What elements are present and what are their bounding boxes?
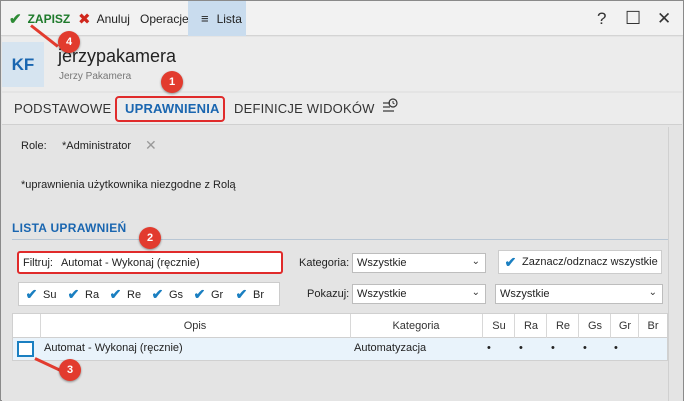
annotation-badge-1: 1	[161, 71, 183, 93]
show-select-value: Wszystkie	[357, 288, 407, 300]
flag-gs-checkbox[interactable]: ✔ Gs	[150, 286, 183, 302]
cell-gs: •	[583, 342, 587, 354]
chevron-down-icon: ⌄	[471, 256, 480, 267]
col-gr[interactable]: Gr	[611, 320, 639, 332]
avatar: KF	[2, 42, 44, 87]
cell-su: •	[487, 342, 491, 354]
checkmark-icon: ✔	[193, 286, 206, 302]
flag-su-checkbox[interactable]: ✔ Su	[24, 286, 57, 302]
annotation-badge-4: 4	[58, 31, 80, 53]
select-all-checkbox[interactable]: ✔ Zaznacz/odznacz wszystkie	[498, 250, 662, 274]
operations-menu[interactable]: Operacje	[140, 1, 189, 36]
col-su[interactable]: Su	[483, 320, 515, 332]
cancel-button[interactable]: ✖ Anuluj	[78, 1, 130, 36]
tab-bar: PODSTAWOWE UPRAWNIENIA DEFINICJE WIDOKÓW	[2, 93, 682, 125]
col-re[interactable]: Re	[547, 320, 579, 332]
tab-basic[interactable]: PODSTAWOWE	[14, 101, 111, 116]
flag-ra-checkbox[interactable]: ✔ Ra	[66, 286, 99, 302]
annotation-badge-2: 2	[139, 227, 161, 249]
cell-opis: Automat - Wykonaj (ręcznie)	[44, 342, 183, 354]
show-select[interactable]: Wszystkie ⌄	[352, 284, 486, 304]
tab-view-definitions[interactable]: DEFINICJE WIDOKÓW	[234, 101, 375, 116]
table-row[interactable]: Automat - Wykonaj (ręcznie) Automatyzacj…	[13, 338, 667, 360]
category-select-value: Wszystkie	[357, 257, 407, 269]
vertical-scrollbar[interactable]	[668, 127, 683, 401]
list-label: Lista	[216, 11, 242, 26]
annotation-badge-3: 3	[59, 359, 81, 381]
chevron-down-icon: ⌄	[471, 287, 480, 298]
close-window-icon[interactable]: ✕	[657, 1, 671, 36]
checkmark-icon: ✔	[25, 286, 38, 302]
section-divider	[12, 239, 668, 240]
cell-gr: •	[614, 342, 618, 354]
list-button[interactable]: ≡ Lista	[188, 1, 246, 36]
checkmark-icon: ✔	[235, 286, 248, 302]
select-all-label: Zaznacz/odznacz wszystkie	[522, 256, 658, 268]
permissions-panel: Role: *Administrator ✕ *uprawnienia użyt…	[2, 127, 668, 401]
flag-re-checkbox[interactable]: ✔ Re	[108, 286, 141, 302]
table-header: Opis Kategoria Su Ra Re Gs Gr Br	[13, 314, 667, 338]
flag-br-checkbox[interactable]: ✔ Br	[234, 286, 264, 302]
save-label: ZAPISZ	[27, 11, 71, 26]
cell-ra: •	[519, 342, 523, 354]
help-icon[interactable]: ?	[597, 1, 606, 36]
roles-label: Role:	[21, 140, 47, 152]
filter-field[interactable]: Filtruj: Automat - Wykonaj (ręcznie)	[17, 251, 283, 274]
roles-value: *Administrator	[62, 140, 132, 152]
chevron-down-icon: ⌄	[648, 287, 657, 298]
row-checkbox[interactable]	[17, 341, 34, 357]
close-x-icon: ✖	[78, 10, 91, 28]
user-header: KF jerzypakamera Jerzy Pakamera	[2, 37, 682, 91]
checkmark-icon: ✔	[67, 286, 80, 302]
hamburger-menu-icon: ≡	[201, 11, 209, 26]
tab-highlight-box	[115, 96, 225, 122]
col-ra[interactable]: Ra	[515, 320, 547, 332]
user-full-name: Jerzy Pakamera	[59, 71, 132, 82]
show-select-2[interactable]: Wszystkie ⌄	[495, 284, 663, 304]
checkmark-icon: ✔	[151, 286, 164, 302]
col-opis[interactable]: Opis	[41, 320, 349, 332]
filter-input-value[interactable]: Automat - Wykonaj (ręcznie)	[61, 257, 200, 269]
filter-label: Filtruj:	[23, 256, 53, 269]
permissions-table: Opis Kategoria Su Ra Re Gs Gr Br Automat…	[12, 313, 668, 361]
history-icon[interactable]	[381, 97, 399, 118]
col-kategoria[interactable]: Kategoria	[351, 320, 481, 332]
window: ✔ ZAPISZ ✖ Anuluj Operacje ≡ Lista ? ☐ ✕…	[0, 0, 684, 401]
cell-kategoria: Automatyzacja	[354, 342, 427, 354]
permission-flag-filters: ✔ Su ✔ Ra ✔ Re ✔ Gs ✔ Gr ✔ Br	[18, 282, 280, 306]
show-select-2-value: Wszystkie	[500, 288, 550, 300]
checkmark-icon: ✔	[504, 253, 517, 270]
remove-role-icon[interactable]: ✕	[145, 137, 157, 154]
category-label: Kategoria:	[299, 257, 350, 269]
checkmark-icon: ✔	[109, 286, 122, 302]
operations-label: Operacje	[140, 11, 189, 26]
section-title: LISTA UPRAWNIEŃ	[12, 221, 127, 235]
col-br[interactable]: Br	[639, 320, 667, 332]
category-select[interactable]: Wszystkie ⌄	[352, 253, 486, 273]
toolbar: ✔ ZAPISZ ✖ Anuluj Operacje ≡ Lista ? ☐ ✕	[1, 1, 683, 36]
show-label: Pokazuj:	[307, 288, 350, 300]
cancel-label: Anuluj	[96, 11, 130, 26]
mismatch-note: *uprawnienia użytkownika niezgodne z Rol…	[21, 179, 236, 191]
maximize-icon[interactable]: ☐	[625, 1, 641, 36]
cell-re: •	[551, 342, 555, 354]
flag-gr-checkbox[interactable]: ✔ Gr	[192, 286, 224, 302]
col-gs[interactable]: Gs	[579, 320, 611, 332]
checkmark-icon: ✔	[9, 10, 22, 28]
